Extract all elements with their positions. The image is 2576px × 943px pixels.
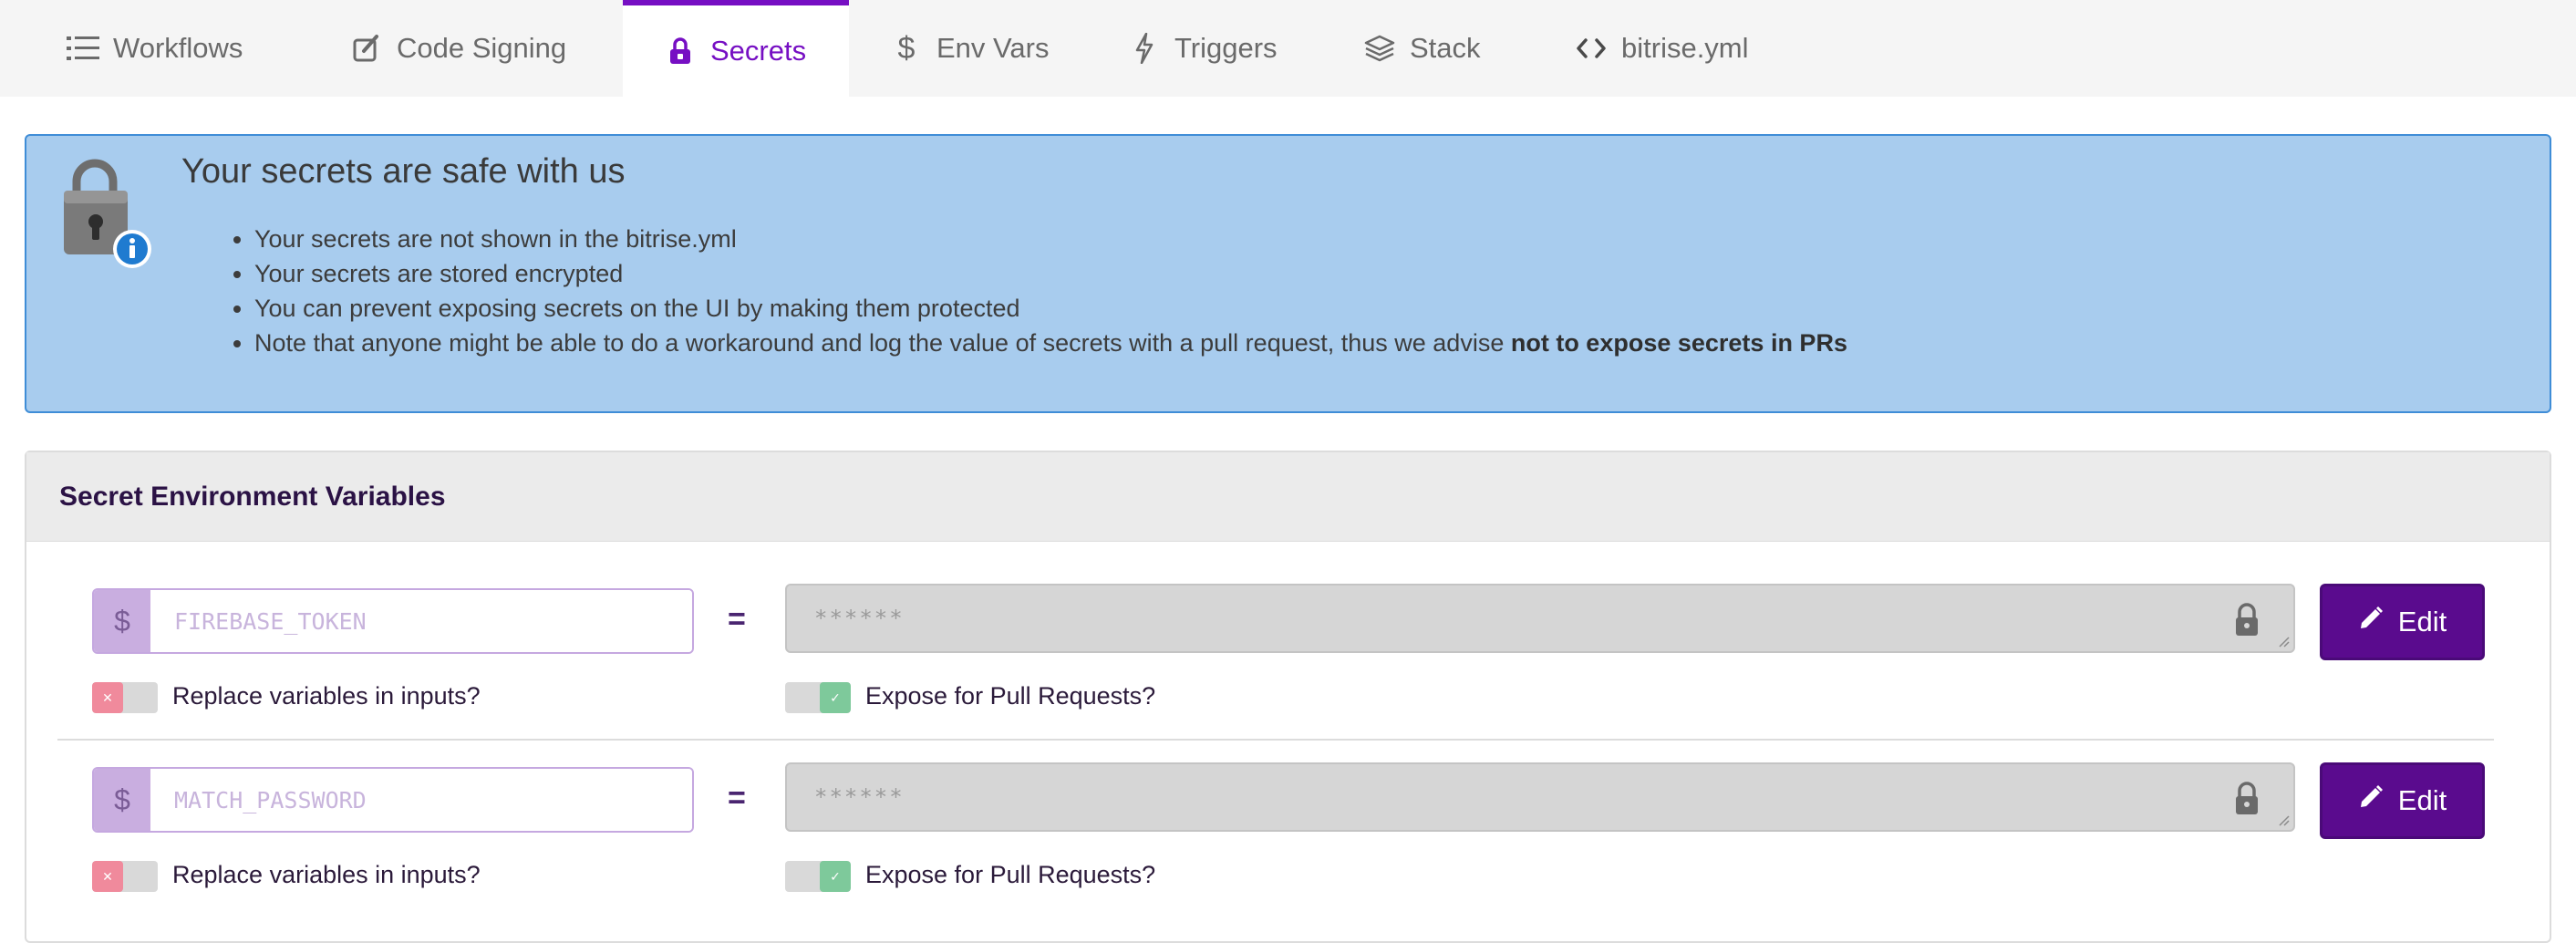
- banner-bullet-note: Note that anyone might be able to do a w…: [254, 326, 1847, 360]
- replace-variables-toggle[interactable]: ✕: [92, 861, 158, 892]
- check-icon: ✓: [820, 682, 851, 713]
- lock-icon: [2233, 781, 2260, 817]
- layers-icon: [1362, 31, 1397, 66]
- secret-key-field: $: [92, 588, 694, 654]
- equals-sign: =: [728, 781, 746, 815]
- padlock-info-icon: [57, 156, 159, 275]
- tab-label: bitrise.yml: [1621, 32, 1749, 64]
- panel-title: Secret Environment Variables: [26, 452, 2550, 542]
- tab-code-signing[interactable]: Code Signing: [349, 0, 566, 97]
- pencil-icon: [2358, 784, 2384, 817]
- pencil-icon: [2358, 606, 2384, 638]
- secrets-info-banner: Your secrets are safe with us Your secre…: [25, 134, 2551, 413]
- list-icon: [66, 31, 100, 66]
- banner-bullet-list: Your secrets are not shown in the bitris…: [254, 222, 1847, 360]
- secret-key-input[interactable]: [150, 769, 692, 831]
- dollar-icon: $: [897, 30, 916, 66]
- banner-title: Your secrets are safe with us: [181, 152, 626, 191]
- masked-value: ******: [814, 606, 905, 631]
- tab-secrets[interactable]: Secrets: [623, 0, 849, 97]
- tab-env-vars[interactable]: $ Env Vars: [889, 0, 1050, 97]
- secret-value-field[interactable]: ******: [785, 762, 2295, 832]
- edit-button-label: Edit: [2397, 606, 2447, 637]
- tab-stack[interactable]: Stack: [1362, 0, 1481, 97]
- lightning-icon: [1127, 31, 1162, 66]
- row-divider: [57, 739, 2494, 741]
- code-brackets-icon: [1574, 31, 1609, 66]
- expose-pr-label: Expose for Pull Requests?: [865, 861, 1156, 888]
- secret-key-input[interactable]: [150, 590, 692, 652]
- masked-value: ******: [814, 784, 905, 810]
- resize-grip-icon[interactable]: [2275, 633, 2290, 648]
- note-bold-text: not to expose secrets in PRs: [1510, 329, 1847, 357]
- tab-workflows[interactable]: Workflows: [66, 0, 243, 97]
- secret-key-field: $: [92, 767, 694, 833]
- note-text: Note that anyone might be able to do a w…: [254, 329, 1511, 357]
- tab-label: Env Vars: [936, 32, 1050, 64]
- edit-button[interactable]: Edit: [2320, 762, 2485, 839]
- tab-label: Stack: [1410, 32, 1481, 64]
- lock-icon: [2233, 602, 2260, 638]
- tab-label: Triggers: [1174, 32, 1278, 64]
- replace-variables-toggle[interactable]: ✕: [92, 682, 158, 713]
- edit-button-label: Edit: [2397, 784, 2447, 816]
- banner-bullet: Your secrets are stored encrypted: [254, 256, 1847, 291]
- tab-label: Code Signing: [397, 32, 567, 64]
- tab-label: Secrets: [710, 35, 807, 67]
- secret-row: $ = ****** Edit ✕ Replace variables in i…: [0, 584, 2523, 762]
- edit-button[interactable]: Edit: [2320, 584, 2485, 660]
- banner-bullet: Your secrets are not shown in the bitris…: [254, 222, 1847, 256]
- replace-variables-label: Replace variables in inputs?: [172, 861, 481, 888]
- banner-bullet: You can prevent exposing secrets on the …: [254, 291, 1847, 326]
- expose-pr-label: Expose for Pull Requests?: [865, 682, 1156, 710]
- x-icon: ✕: [92, 861, 123, 892]
- tab-bar: Workflows Code Signing Secrets $ Env Var…: [0, 0, 2576, 97]
- replace-variables-label: Replace variables in inputs?: [172, 682, 481, 710]
- dollar-icon: $: [94, 590, 150, 652]
- check-icon: ✓: [820, 861, 851, 892]
- tab-triggers[interactable]: Triggers: [1127, 0, 1278, 97]
- resize-grip-icon[interactable]: [2275, 812, 2290, 826]
- dollar-icon: $: [94, 769, 150, 831]
- expose-pr-toggle[interactable]: ✓: [785, 861, 851, 892]
- lock-icon: [663, 34, 698, 68]
- secret-value-field[interactable]: ******: [785, 584, 2295, 653]
- tab-label: Workflows: [113, 32, 243, 64]
- code-signing-icon: [349, 31, 384, 66]
- expose-pr-toggle[interactable]: ✓: [785, 682, 851, 713]
- tab-bitrise-yml[interactable]: bitrise.yml: [1574, 0, 1749, 97]
- equals-sign: =: [728, 602, 746, 637]
- x-icon: ✕: [92, 682, 123, 713]
